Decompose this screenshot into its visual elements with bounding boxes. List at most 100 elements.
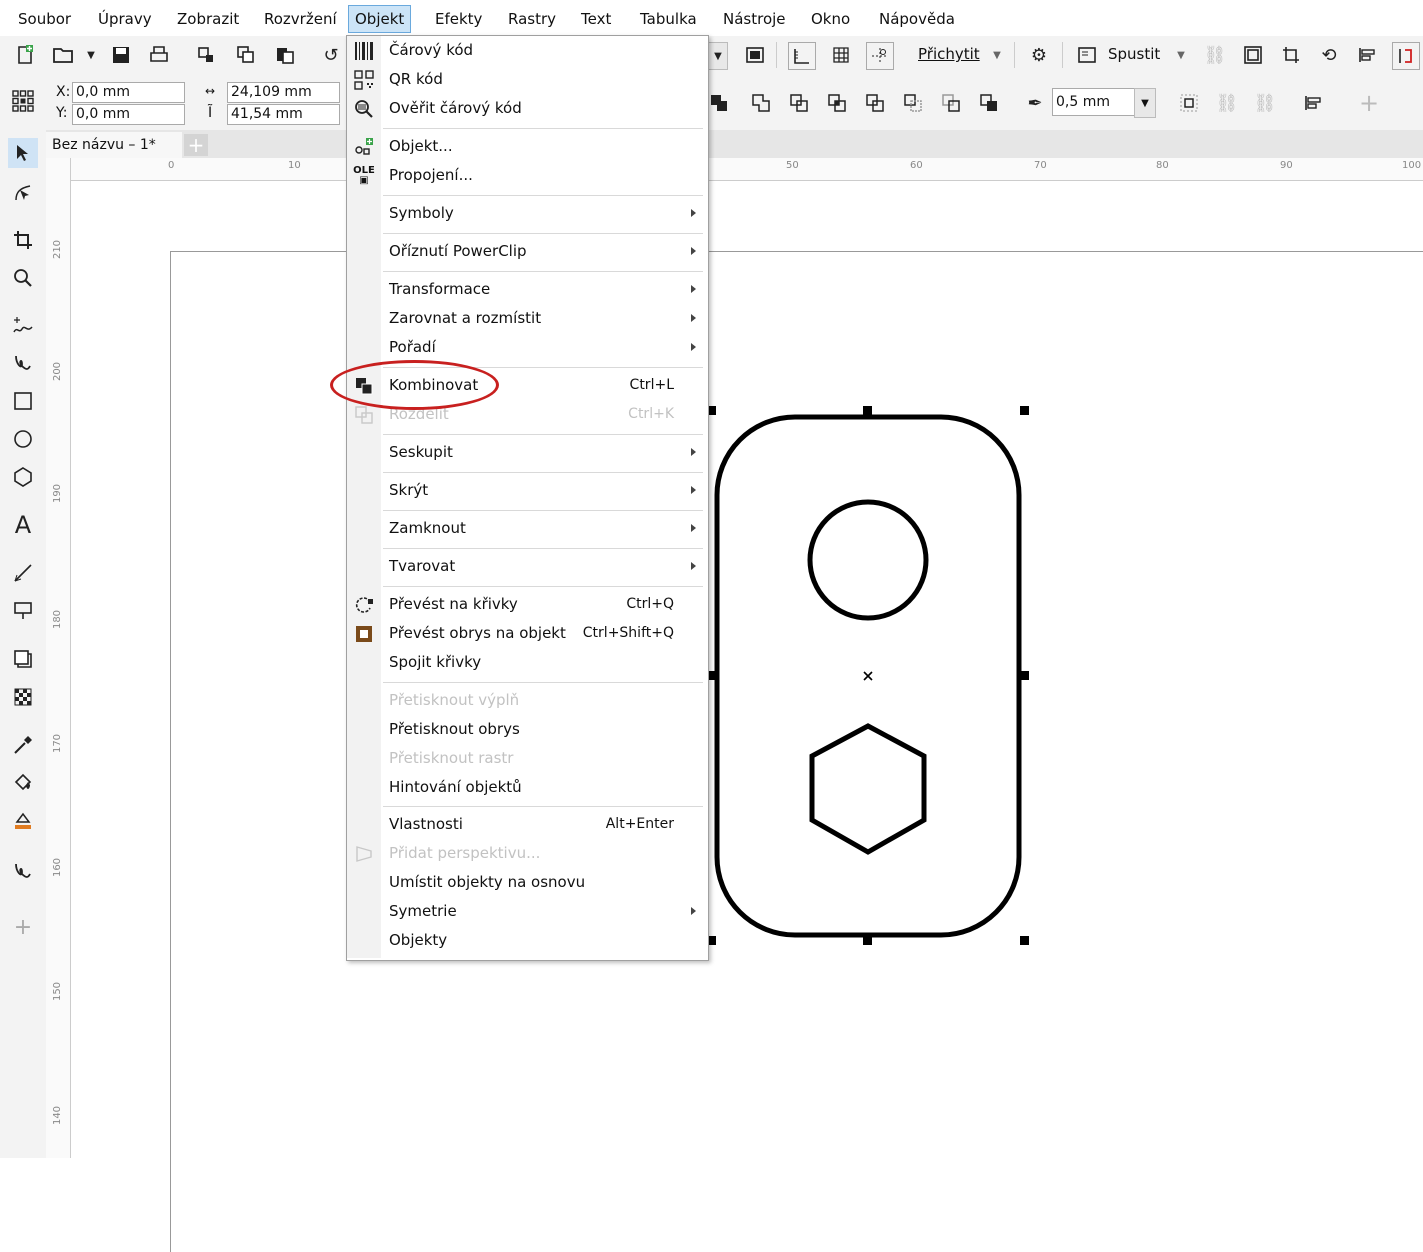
menu-item-group[interactable]: Seskupit <box>347 438 706 467</box>
show-grid-icon[interactable] <box>828 42 854 68</box>
drop-shadow-tool-icon[interactable] <box>8 644 38 674</box>
height-field[interactable]: 41,54 mm <box>227 104 340 125</box>
text-tool-icon[interactable]: A <box>8 510 38 540</box>
crop-tool-icon[interactable] <box>8 225 38 255</box>
menu-item-outline-to-object[interactable]: Převést obrys na objekt Ctrl+Shift+Q <box>347 619 706 648</box>
boundary-icon[interactable] <box>976 90 1002 116</box>
width-field[interactable]: 24,109 mm <box>227 82 340 103</box>
rotate-icon[interactable]: ⟲ <box>1316 42 1342 68</box>
launch-icon[interactable] <box>1074 42 1100 68</box>
menu-item-qr-code[interactable]: QR kód <box>347 65 706 94</box>
front-minus-back-icon[interactable] <box>900 90 926 116</box>
menu-item-order[interactable]: Pořadí <box>347 333 706 362</box>
selected-object-group[interactable] <box>700 400 1040 950</box>
zoom-tool-icon[interactable] <box>8 263 38 293</box>
horizontal-ruler[interactable]: 0 10 50 60 70 80 90 100 <box>46 158 1423 181</box>
menu-rastry[interactable]: Rastry <box>502 6 562 32</box>
outline-width-dropdown-icon[interactable]: ▼ <box>1134 88 1156 118</box>
menu-item-join-curves[interactable]: Spojit křivky <box>347 648 706 677</box>
menu-rozvrzeni[interactable]: Rozvržení <box>258 6 343 32</box>
menu-soubor[interactable]: Soubor <box>12 6 77 32</box>
menu-efekty[interactable]: Efekty <box>429 6 488 32</box>
new-tab-icon[interactable]: + <box>184 134 208 156</box>
menu-item-overprint-outline[interactable]: Přetisknout obrys <box>347 715 706 744</box>
document-tab[interactable]: Bez názvu – 1* <box>46 132 182 158</box>
menu-okno[interactable]: Okno <box>805 6 856 32</box>
new-document-icon[interactable] <box>12 42 38 68</box>
wrap-text-icon[interactable] <box>1176 90 1202 116</box>
exit-icon[interactable] <box>1392 42 1420 70</box>
menu-item-ole-link[interactable]: OLE ▣ Propojení... <box>347 161 706 190</box>
menu-text[interactable]: Text <box>575 6 617 32</box>
launch-dropdown-icon[interactable]: ▼ <box>1168 42 1194 68</box>
weld-icon[interactable] <box>748 90 774 116</box>
menu-objekt[interactable]: Objekt <box>348 5 412 33</box>
menu-item-verify-barcode[interactable]: Ověřit čárový kód <box>347 94 706 123</box>
crop-frame-icon[interactable] <box>1278 42 1304 68</box>
menu-item-hide[interactable]: Skrýt <box>347 476 706 505</box>
ellipse-tool-icon[interactable] <box>8 424 38 454</box>
menu-tabulka[interactable]: Tabulka <box>634 6 703 32</box>
launch-label[interactable]: Spustit <box>1108 45 1160 63</box>
menu-item-powerclip[interactable]: Oříznutí PowerClip <box>347 237 706 266</box>
freehand-tool-icon[interactable] <box>8 310 38 340</box>
snap-to-label[interactable]: Přichytit <box>918 45 980 63</box>
outline-width-field[interactable]: 0,5 mm <box>1052 88 1137 116</box>
connector-tool-icon[interactable] <box>8 596 38 626</box>
zoom-dropdown-icon[interactable]: ▼ <box>708 42 728 70</box>
menu-item-object-hinting[interactable]: Hintování objektů <box>347 773 706 802</box>
align-icon[interactable] <box>1354 42 1380 68</box>
print-icon[interactable] <box>146 42 172 68</box>
back-minus-front-outline-icon[interactable] <box>938 90 964 116</box>
align-distribute-icon[interactable] <box>1300 90 1326 116</box>
menu-item-convert-to-curves[interactable]: Převést na křivky Ctrl+Q <box>347 590 706 619</box>
menu-item-transform[interactable]: Transformace <box>347 275 706 304</box>
customize-toolbox-icon[interactable]: + <box>8 912 38 942</box>
transparency-tool-icon[interactable] <box>8 682 38 712</box>
pick-tool-icon[interactable] <box>8 138 38 168</box>
shape-tool-icon[interactable] <box>8 178 38 208</box>
show-rulers-icon[interactable] <box>788 42 816 70</box>
menu-item-symbols[interactable]: Symboly <box>347 199 706 228</box>
rectangle-tool-icon[interactable] <box>8 386 38 416</box>
open-folder-icon[interactable] <box>50 42 76 68</box>
artistic-media-tool-icon[interactable] <box>8 348 38 378</box>
dimension-tool-icon[interactable] <box>8 558 38 588</box>
eyedropper-tool-icon[interactable] <box>8 730 38 760</box>
interactive-fill-tool-icon[interactable] <box>8 768 38 798</box>
menu-item-align-distribute[interactable]: Zarovnat a rozmístit <box>347 304 706 333</box>
open-dropdown-icon[interactable]: ▼ <box>78 42 104 68</box>
undo-icon[interactable]: ↺ <box>318 42 344 68</box>
vertical-ruler[interactable]: 210 200 190 180 170 160 150 140 <box>46 158 71 1158</box>
reference-point-icon[interactable] <box>10 88 36 114</box>
smart-fill-tool-icon[interactable] <box>8 806 38 836</box>
menu-upravy[interactable]: Úpravy <box>92 6 158 32</box>
y-position-field[interactable]: 0,0 mm <box>72 104 185 125</box>
back-minus-front-icon[interactable] <box>706 90 732 116</box>
menu-item-properties[interactable]: Vlastnosti Alt+Enter <box>347 810 706 839</box>
menu-nastroje[interactable]: Nástroje <box>717 6 792 32</box>
full-screen-icon[interactable] <box>742 42 768 68</box>
menu-zobrazit[interactable]: Zobrazit <box>171 6 245 32</box>
trim-icon[interactable] <box>786 90 812 116</box>
options-gear-icon[interactable]: ⚙ <box>1026 42 1052 68</box>
menu-item-objects[interactable]: Objekty <box>347 926 706 955</box>
snap-dropdown-icon[interactable]: ▼ <box>984 42 1010 68</box>
copy-icon[interactable] <box>233 42 259 68</box>
lasso-tool-icon[interactable] <box>8 856 38 886</box>
x-position-field[interactable]: 0,0 mm <box>72 82 185 103</box>
menu-item-symmetry[interactable]: Symetrie <box>347 897 706 926</box>
add-icon[interactable]: + <box>1356 89 1382 117</box>
paste-icon[interactable] <box>272 42 298 68</box>
menu-napoveda[interactable]: Nápověda <box>873 6 961 32</box>
menu-item-insert-object[interactable]: Objekt... <box>347 132 706 161</box>
frame-icon[interactable] <box>1240 42 1266 68</box>
menu-item-lock[interactable]: Zamknout <box>347 514 706 543</box>
menu-item-barcode[interactable]: Čárový kód <box>347 36 706 65</box>
intersect-icon[interactable] <box>824 90 850 116</box>
menu-item-place-objects-on-grid[interactable]: Umístit objekty na osnovu <box>347 868 706 897</box>
menu-item-shaping[interactable]: Tvarovat <box>347 552 706 581</box>
cut-icon[interactable] <box>193 42 219 68</box>
simplify-icon[interactable] <box>862 90 888 116</box>
polygon-tool-icon[interactable] <box>8 462 38 492</box>
